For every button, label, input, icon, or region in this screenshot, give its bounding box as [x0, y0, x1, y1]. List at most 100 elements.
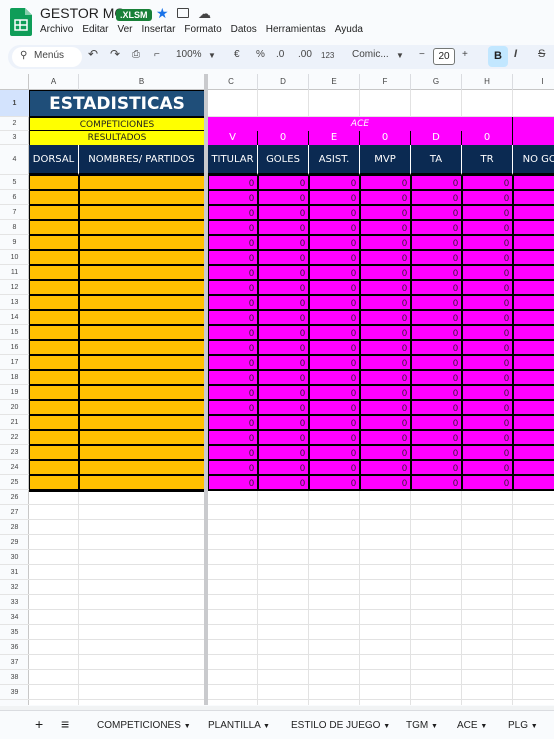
row-header-4[interactable]: 4	[0, 145, 29, 175]
name-cell[interactable]	[79, 205, 205, 220]
dorsal-cell[interactable]	[29, 475, 79, 490]
name-cell[interactable]	[79, 475, 205, 490]
row-header-17[interactable]: 17	[0, 355, 29, 370]
dorsal-cell[interactable]	[29, 415, 79, 430]
dorsal-cell[interactable]	[29, 295, 79, 310]
name-cell[interactable]	[79, 340, 205, 355]
stat-extra-cell[interactable]	[513, 175, 554, 190]
stat-extra-cell[interactable]	[513, 220, 554, 235]
column-title-asist[interactable]: ASIST.	[309, 145, 360, 175]
sheets-logo-icon[interactable]	[10, 8, 32, 36]
row-header-15[interactable]: 15	[0, 325, 29, 340]
stat-cell[interactable]: 0	[309, 340, 360, 355]
stat-cell[interactable]: 0	[309, 460, 360, 475]
name-cell[interactable]	[79, 190, 205, 205]
result-code-cell[interactable]: 0	[360, 131, 411, 145]
row-header-13[interactable]: 13	[0, 295, 29, 310]
stat-cell[interactable]: 0	[360, 220, 411, 235]
print-icon[interactable]: ⎙	[132, 49, 140, 60]
stat-cell[interactable]: 0	[462, 325, 513, 340]
stat-cell[interactable]: 0	[411, 205, 462, 220]
column-header-f[interactable]: F	[360, 74, 411, 90]
currency-button[interactable]: €	[234, 49, 240, 60]
stat-cell[interactable]: 0	[258, 175, 309, 190]
name-cell[interactable]	[79, 355, 205, 370]
stat-cell[interactable]: 0	[411, 415, 462, 430]
add-sheet-button[interactable]: +	[35, 716, 43, 732]
row-header-24[interactable]: 24	[0, 460, 29, 475]
star-icon[interactable]: ★	[156, 5, 169, 22]
column-title-no-gol[interactable]: NO GOL	[513, 145, 554, 175]
row-header-38[interactable]: 38	[0, 670, 29, 685]
dorsal-cell[interactable]	[29, 445, 79, 460]
dorsal-cell[interactable]	[29, 190, 79, 205]
stat-extra-cell[interactable]	[513, 475, 554, 490]
result-code-cell[interactable]: 0	[258, 131, 309, 145]
row-header-21[interactable]: 21	[0, 415, 29, 430]
name-cell[interactable]	[79, 250, 205, 265]
stat-cell[interactable]: 0	[208, 205, 258, 220]
menu-datos[interactable]: Datos	[231, 24, 257, 35]
stat-cell[interactable]: 0	[360, 265, 411, 280]
stat-extra-cell[interactable]	[513, 265, 554, 280]
stat-cell[interactable]: 0	[411, 250, 462, 265]
strikethrough-button[interactable]: S	[538, 48, 545, 60]
stat-cell[interactable]: 0	[309, 205, 360, 220]
column-title-tr[interactable]: TR	[462, 145, 513, 175]
stat-cell[interactable]: 0	[309, 220, 360, 235]
stat-cell[interactable]: 0	[208, 280, 258, 295]
stat-cell[interactable]: 0	[309, 280, 360, 295]
stat-cell[interactable]: 0	[309, 475, 360, 490]
stat-cell[interactable]: 0	[258, 430, 309, 445]
stat-cell[interactable]: 0	[208, 355, 258, 370]
spreadsheet-grid[interactable]: ESTADISTICAS COMPETICIONES RESULTADOS ACE V 0…	[29, 90, 554, 705]
stat-cell[interactable]: 0	[462, 340, 513, 355]
column-header-e[interactable]: E	[309, 74, 360, 90]
stat-cell[interactable]: 0	[208, 325, 258, 340]
row-header-27[interactable]: 27	[0, 505, 29, 520]
dorsal-cell[interactable]	[29, 310, 79, 325]
dorsal-cell[interactable]	[29, 370, 79, 385]
row-header-34[interactable]: 34	[0, 610, 29, 625]
stat-extra-cell[interactable]	[513, 385, 554, 400]
column-header-a[interactable]: A	[29, 74, 79, 90]
sheet-title[interactable]: ESTADISTICAS	[29, 90, 205, 117]
undo-icon[interactable]: ↶	[88, 47, 98, 61]
row-header-10[interactable]: 10	[0, 250, 29, 265]
stat-cell[interactable]: 0	[411, 325, 462, 340]
column-header-h[interactable]: H	[462, 74, 513, 90]
font-size-input[interactable]: 20	[433, 48, 455, 65]
name-cell[interactable]	[79, 280, 205, 295]
stat-cell[interactable]: 0	[411, 385, 462, 400]
menu-insertar[interactable]: Insertar	[142, 24, 176, 35]
dorsal-cell[interactable]	[29, 430, 79, 445]
stat-cell[interactable]: 0	[360, 325, 411, 340]
column-title-ta[interactable]: TA	[411, 145, 462, 175]
stat-cell[interactable]: 0	[360, 355, 411, 370]
stat-cell[interactable]: 0	[360, 460, 411, 475]
row-header-36[interactable]: 36	[0, 640, 29, 655]
menu-search[interactable]: ⚲ Menús	[12, 47, 82, 67]
select-all-corner[interactable]	[0, 74, 29, 90]
all-sheets-button[interactable]: ≡	[61, 716, 69, 732]
stat-cell[interactable]: 0	[462, 445, 513, 460]
stat-cell[interactable]: 0	[208, 220, 258, 235]
stat-cell[interactable]: 0	[258, 295, 309, 310]
font-chevron-down-icon[interactable]: ▼	[396, 51, 404, 60]
name-cell[interactable]	[79, 385, 205, 400]
stat-cell[interactable]: 0	[258, 280, 309, 295]
stat-cell[interactable]: 0	[411, 280, 462, 295]
stat-cell[interactable]: 0	[309, 310, 360, 325]
row-header-5[interactable]: 5	[0, 175, 29, 190]
stat-cell[interactable]: 0	[309, 235, 360, 250]
stat-cell[interactable]: 0	[360, 340, 411, 355]
stat-cell[interactable]: 0	[258, 445, 309, 460]
stat-cell[interactable]: 0	[258, 475, 309, 490]
stat-cell[interactable]: 0	[208, 265, 258, 280]
stat-cell[interactable]: 0	[411, 400, 462, 415]
cloud-status-icon[interactable]: ☁	[198, 6, 211, 22]
row-header-8[interactable]: 8	[0, 220, 29, 235]
stat-cell[interactable]: 0	[309, 445, 360, 460]
stat-cell[interactable]: 0	[208, 175, 258, 190]
stat-cell[interactable]: 0	[462, 370, 513, 385]
